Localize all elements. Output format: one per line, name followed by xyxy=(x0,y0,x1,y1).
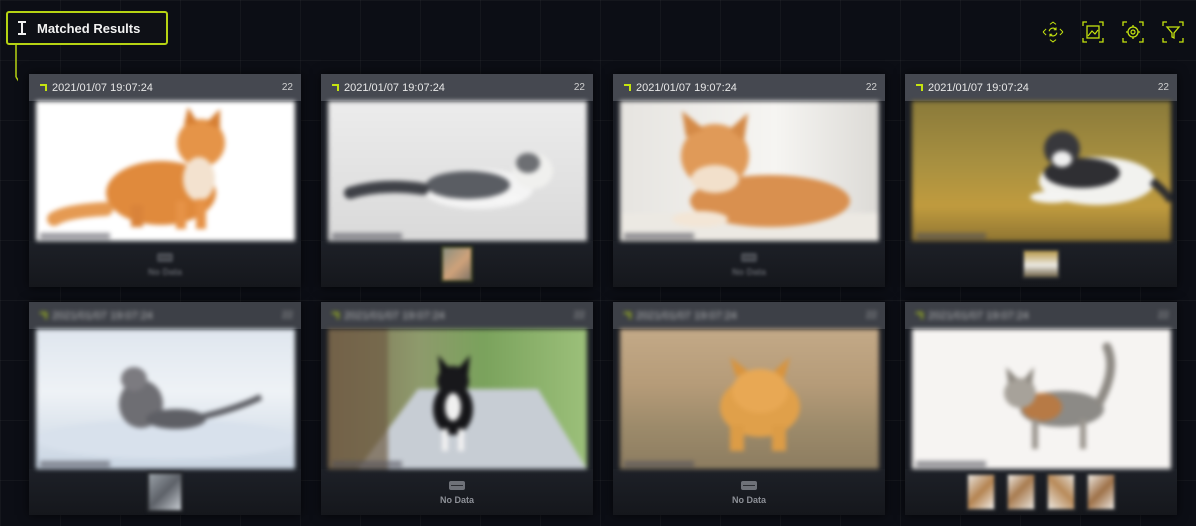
card-timestamp: 2021/01/07 19:07:24 xyxy=(52,309,153,322)
result-card[interactable]: 2021/01/07 19:07:24 22 xyxy=(905,74,1177,287)
card-timestamp: 2021/01/07 19:07:24 xyxy=(928,81,1029,94)
card-timestamp: 2021/01/07 19:07:24 xyxy=(52,81,153,94)
result-card[interactable]: 2021/01/07 19:07:24 22 xyxy=(29,302,301,515)
no-data-indicator: No Data xyxy=(732,479,766,505)
card-count: 22 xyxy=(281,310,293,321)
tray-icon xyxy=(448,481,465,490)
match-thumbnail[interactable] xyxy=(1022,249,1060,279)
settings-icon[interactable] xyxy=(1120,19,1146,45)
card-count: 22 xyxy=(865,310,877,321)
result-card[interactable]: 2021/01/07 19:07:24 22 xyxy=(29,74,301,287)
toolbar xyxy=(1040,19,1186,45)
no-data-label: No Data xyxy=(731,495,766,505)
card-footer xyxy=(905,241,1177,287)
card-count: 22 xyxy=(1157,310,1169,321)
photo-caption-bar xyxy=(916,461,986,467)
card-footer xyxy=(29,469,301,515)
match-thumbnail[interactable] xyxy=(147,472,183,512)
card-count: 22 xyxy=(1157,82,1169,93)
photo-caption-bar xyxy=(40,461,110,467)
result-card[interactable]: 2021/01/07 19:07:24 22 No Data xyxy=(613,74,885,287)
match-thumbnail[interactable] xyxy=(441,246,473,282)
tray-icon xyxy=(740,253,757,262)
corner-marker-icon xyxy=(916,84,923,91)
photo-caption-bar xyxy=(624,461,694,467)
results-grid: 2021/01/07 19:07:24 22 No Data 2021/01/0… xyxy=(29,74,1177,522)
card-footer: No Data xyxy=(29,241,301,287)
photo-caption-bar xyxy=(916,233,986,239)
filter-icon[interactable] xyxy=(1160,19,1186,45)
corner-marker-icon xyxy=(916,312,923,319)
card-count: 22 xyxy=(573,82,585,93)
refresh-icon[interactable] xyxy=(1040,19,1066,45)
card-timestamp: 2021/01/07 19:07:24 xyxy=(344,309,445,322)
match-thumbnail[interactable] xyxy=(1006,473,1036,511)
snapshot-image[interactable] xyxy=(912,329,1171,469)
photo-caption-bar xyxy=(40,233,110,239)
photo-caption-bar xyxy=(624,233,694,239)
card-header: 2021/01/07 19:07:24 22 xyxy=(613,302,885,329)
no-data-indicator: No Data xyxy=(440,479,474,505)
snapshot-image[interactable] xyxy=(328,101,587,241)
photo-caption-bar xyxy=(332,233,402,239)
corner-marker-icon xyxy=(624,84,631,91)
snapshot-image[interactable] xyxy=(36,329,295,469)
result-card[interactable]: 2021/01/07 19:07:24 22 xyxy=(905,302,1177,515)
no-data-indicator: No Data xyxy=(732,251,766,277)
snapshot-image[interactable] xyxy=(620,101,879,241)
match-thumbnail[interactable] xyxy=(1046,473,1076,511)
corner-marker-icon xyxy=(332,312,339,319)
card-header: 2021/01/07 19:07:24 22 xyxy=(29,302,301,329)
snapshot-image[interactable] xyxy=(328,329,587,469)
card-header: 2021/01/07 19:07:24 22 xyxy=(905,302,1177,329)
card-header: 2021/01/07 19:07:24 22 xyxy=(321,74,593,101)
matched-results-panel: Matched Results 2021/01/07 19:07:24 22 N… xyxy=(0,0,1196,526)
card-header: 2021/01/07 19:07:24 22 xyxy=(613,74,885,101)
tray-icon xyxy=(740,481,757,490)
card-timestamp: 2021/01/07 19:07:24 xyxy=(636,309,737,322)
image-icon[interactable] xyxy=(1080,19,1106,45)
card-count: 22 xyxy=(573,310,585,321)
card-header: 2021/01/07 19:07:24 22 xyxy=(321,302,593,329)
corner-marker-icon xyxy=(40,312,47,319)
card-footer: No Data xyxy=(613,469,885,515)
no-data-indicator: No Data xyxy=(148,251,182,277)
snapshot-image[interactable] xyxy=(620,329,879,469)
result-card[interactable]: 2021/01/07 19:07:24 22 No Data xyxy=(613,302,885,515)
hourglass-icon xyxy=(15,19,29,37)
snapshot-image[interactable] xyxy=(912,101,1171,241)
card-footer xyxy=(905,469,1177,515)
tray-icon xyxy=(156,253,173,262)
card-count: 22 xyxy=(281,82,293,93)
card-footer: No Data xyxy=(321,469,593,515)
card-header: 2021/01/07 19:07:24 22 xyxy=(29,74,301,101)
card-timestamp: 2021/01/07 19:07:24 xyxy=(928,309,1029,322)
card-timestamp: 2021/01/07 19:07:24 xyxy=(344,81,445,94)
match-thumbnail[interactable] xyxy=(1086,473,1116,511)
card-timestamp: 2021/01/07 19:07:24 xyxy=(636,81,737,94)
result-card[interactable]: 2021/01/07 19:07:24 22 xyxy=(321,74,593,287)
no-data-label: No Data xyxy=(147,267,182,277)
card-count: 22 xyxy=(865,82,877,93)
card-footer xyxy=(321,241,593,287)
title-tab[interactable]: Matched Results xyxy=(6,11,168,45)
corner-marker-icon xyxy=(624,312,631,319)
no-data-label: No Data xyxy=(439,495,474,505)
match-thumbnail[interactable] xyxy=(966,473,996,511)
snapshot-image[interactable] xyxy=(36,101,295,241)
corner-marker-icon xyxy=(332,84,339,91)
photo-caption-bar xyxy=(332,461,402,467)
result-card[interactable]: 2021/01/07 19:07:24 22 xyxy=(321,302,593,515)
no-data-label: No Data xyxy=(731,267,766,277)
corner-marker-icon xyxy=(40,84,47,91)
page-title: Matched Results xyxy=(37,20,141,36)
title-connector xyxy=(15,45,18,82)
card-footer: No Data xyxy=(613,241,885,287)
card-header: 2021/01/07 19:07:24 22 xyxy=(905,74,1177,101)
